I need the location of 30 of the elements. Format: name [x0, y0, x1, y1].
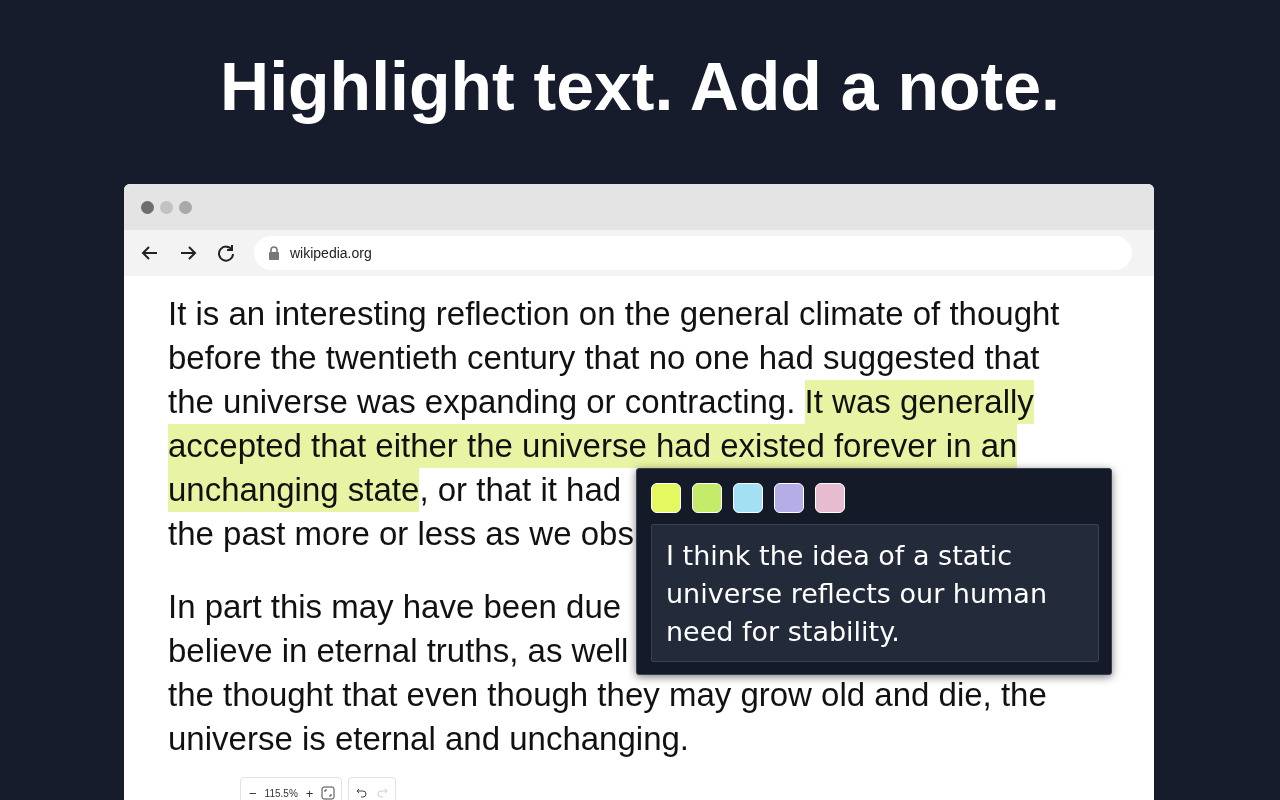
highlighted-text: unchanging state — [168, 468, 420, 512]
body-text: , or that it had — [419, 470, 622, 510]
highlighted-text: It was generally — [804, 380, 1034, 424]
body-text: the past more or less as we obs — [168, 514, 634, 554]
color-swatch[interactable] — [815, 483, 845, 513]
zoom-in-button[interactable]: + — [303, 785, 316, 800]
url-text: wikipedia.org — [290, 245, 372, 261]
body-text: In part this may have been due — [168, 587, 622, 627]
body-text: before the twentieth century that no one had suggested that — [168, 338, 1040, 378]
window-dot[interactable] — [141, 200, 154, 214]
zoom-out-button[interactable]: − — [247, 785, 259, 800]
color-swatch[interactable] — [733, 483, 763, 513]
lock-icon — [268, 246, 280, 260]
window-dot[interactable] — [160, 200, 173, 214]
body-text: believe in eternal truths, as well — [168, 631, 629, 671]
body-text: the universe was expanding or contracting. — [168, 382, 797, 422]
body-text: universe is eternal and unchanging. — [168, 719, 690, 759]
headline: Highlight text. Add a note. — [220, 47, 1060, 126]
window-dot[interactable] — [179, 200, 192, 214]
highlighted-text: accepted that either the universe had existed forever in an — [168, 424, 1018, 468]
fit-screen-icon[interactable] — [321, 786, 336, 800]
body-text: the thought that even though they may grow old and die, the — [168, 675, 1047, 715]
body-text: It is an interesting reflection on the general climate of thought — [168, 294, 1060, 334]
color-swatch[interactable] — [692, 483, 722, 513]
note-field[interactable]: I think the idea of a static universe reflects our human need for stability. — [651, 524, 1099, 662]
color-swatch[interactable] — [651, 483, 681, 513]
color-swatch[interactable] — [774, 483, 804, 513]
address-bar[interactable]: wikipedia.org — [254, 236, 1132, 270]
zoom-level: 115.5% — [264, 787, 298, 799]
undo-icon[interactable] — [355, 786, 370, 800]
